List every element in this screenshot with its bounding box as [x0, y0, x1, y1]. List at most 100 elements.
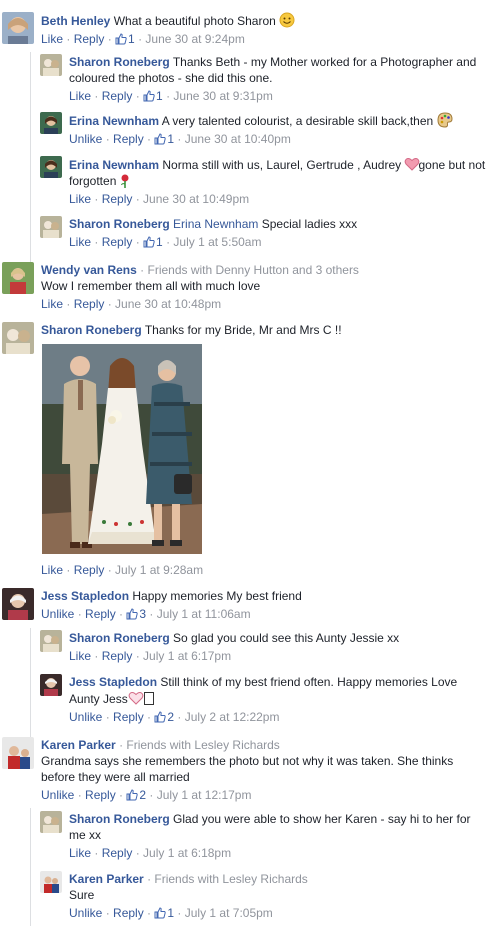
comment-actions: Unlike · Reply · 1 · July 1 at 7:05pm — [69, 906, 273, 920]
reply-button[interactable]: Reply — [113, 710, 144, 724]
author-name[interactable]: Sharon Roneberg — [69, 217, 170, 231]
timestamp[interactable]: June 30 at 10:49pm — [143, 192, 249, 206]
reply-button[interactable]: Reply — [85, 607, 116, 621]
author-name[interactable]: Jess Stapledon — [41, 589, 129, 603]
missing-glyph-icon — [143, 692, 154, 705]
reply-button[interactable]: Reply — [102, 235, 133, 249]
thumbs-up-icon — [154, 711, 167, 723]
avatar[interactable] — [2, 588, 34, 620]
author-name[interactable]: Sharon Roneberg — [69, 812, 170, 826]
comment-text: Thanks for my Bride, Mr and Mrs C !! — [144, 323, 342, 337]
reply-button[interactable]: Reply — [102, 846, 133, 860]
rose-icon — [120, 174, 130, 188]
avatar[interactable] — [40, 156, 62, 178]
heart-icon — [404, 156, 420, 171]
comment-text: Grandma says she remembers the photo but… — [41, 754, 454, 784]
like-button[interactable]: Like — [41, 32, 63, 46]
comment-actions: Like · Reply · 1 · June 30 at 9:31pm — [69, 89, 273, 103]
reply-button[interactable]: Reply — [85, 788, 116, 802]
mutual-friends[interactable]: · Friends with Lesley Richards — [147, 872, 308, 886]
smiley-icon — [279, 12, 295, 28]
unlike-button[interactable]: Unlike — [41, 788, 74, 802]
author-name[interactable]: Wendy van Rens — [41, 263, 137, 277]
timestamp[interactable]: June 30 at 10:40pm — [185, 132, 291, 146]
timestamp[interactable]: July 1 at 5:50am — [173, 235, 261, 249]
author-name[interactable]: Erina Newnham — [69, 158, 159, 172]
reply-button[interactable]: Reply — [74, 297, 105, 311]
avatar[interactable] — [40, 112, 62, 134]
like-button[interactable]: Like — [69, 846, 91, 860]
comment-text: What a beautiful photo Sharon — [113, 14, 276, 28]
timestamp[interactable]: July 1 at 9:28am — [115, 563, 203, 577]
reply-button[interactable]: Reply — [74, 563, 105, 577]
author-name[interactable]: Sharon Roneberg — [69, 631, 170, 645]
thumbs-up-icon — [126, 608, 139, 620]
timestamp[interactable]: June 30 at 9:31pm — [173, 89, 272, 103]
palette-icon — [437, 112, 453, 128]
timestamp[interactable]: July 1 at 7:05pm — [185, 906, 273, 920]
thread-line — [30, 628, 31, 738]
author-name[interactable]: Karen Parker — [69, 872, 144, 886]
reply-button[interactable]: Reply — [113, 132, 144, 146]
timestamp[interactable]: July 1 at 12:17pm — [157, 788, 252, 802]
reply-button[interactable]: Reply — [74, 32, 105, 46]
like-count[interactable]: 2 — [126, 788, 146, 802]
like-button[interactable]: Like — [41, 563, 63, 577]
comment-actions: Like · Reply · June 30 at 10:49pm — [69, 192, 250, 206]
comment-actions: Unlike · Reply · 2 · July 2 at 12:22pm — [69, 710, 280, 724]
timestamp[interactable]: June 30 at 9:24pm — [145, 32, 244, 46]
unlike-button[interactable]: Unlike — [41, 607, 74, 621]
timestamp[interactable]: June 30 at 10:48pm — [115, 297, 221, 311]
avatar[interactable] — [40, 216, 62, 238]
avatar[interactable] — [40, 54, 62, 76]
like-count[interactable]: 1 — [154, 906, 174, 920]
timestamp[interactable]: July 1 at 6:17pm — [143, 649, 231, 663]
like-button[interactable]: Like — [69, 192, 91, 206]
thread-line — [30, 808, 31, 926]
timestamp[interactable]: July 2 at 12:22pm — [185, 710, 280, 724]
author-name[interactable]: Sharon Roneberg — [69, 55, 170, 69]
reply-button[interactable]: Reply — [102, 192, 133, 206]
avatar[interactable] — [40, 871, 62, 893]
mention-link[interactable]: Erina Newnham — [173, 217, 258, 231]
like-button[interactable]: Like — [69, 649, 91, 663]
thumbs-up-icon — [154, 133, 167, 145]
reply-button[interactable]: Reply — [113, 906, 144, 920]
timestamp[interactable]: July 1 at 6:18pm — [143, 846, 231, 860]
avatar[interactable] — [2, 737, 34, 769]
like-count[interactable]: 1 — [143, 235, 163, 249]
comment-actions: Like · Reply · July 1 at 9:28am — [41, 563, 204, 577]
comment-actions: Like · Reply · June 30 at 10:48pm — [41, 297, 222, 311]
avatar[interactable] — [40, 674, 62, 696]
like-count[interactable]: 1 — [154, 132, 174, 146]
author-name[interactable]: Sharon Roneberg — [41, 323, 142, 337]
like-button[interactable]: Like — [69, 89, 91, 103]
like-button[interactable]: Like — [69, 235, 91, 249]
author-name[interactable]: Jess Stapledon — [69, 675, 157, 689]
author-name[interactable]: Karen Parker — [41, 738, 116, 752]
avatar[interactable] — [2, 12, 34, 44]
like-count[interactable]: 1 — [143, 89, 163, 103]
thumbs-up-icon — [115, 33, 127, 45]
author-name[interactable]: Beth Henley — [41, 14, 110, 28]
thread-line — [30, 52, 31, 262]
like-count[interactable]: 2 — [154, 710, 174, 724]
author-name[interactable]: Erina Newnham — [69, 114, 159, 128]
like-count[interactable]: 1 — [115, 32, 135, 46]
avatar[interactable] — [2, 322, 34, 354]
reply-button[interactable]: Reply — [102, 649, 133, 663]
mutual-friends[interactable]: · Friends with Denny Hutton and 3 others — [140, 263, 359, 277]
mutual-friends[interactable]: · Friends with Lesley Richards — [119, 738, 280, 752]
unlike-button[interactable]: Unlike — [69, 132, 102, 146]
like-button[interactable]: Like — [41, 297, 63, 311]
like-count[interactable]: 3 — [126, 607, 146, 621]
reply-button[interactable]: Reply — [102, 89, 133, 103]
avatar[interactable] — [2, 262, 34, 294]
timestamp[interactable]: July 1 at 11:06am — [157, 607, 251, 621]
avatar[interactable] — [40, 811, 62, 833]
unlike-button[interactable]: Unlike — [69, 710, 102, 724]
unlike-button[interactable]: Unlike — [69, 906, 102, 920]
avatar[interactable] — [40, 630, 62, 652]
attached-photo[interactable] — [42, 344, 202, 554]
comment-actions: Like · Reply · 1 · July 1 at 5:50am — [69, 235, 262, 249]
